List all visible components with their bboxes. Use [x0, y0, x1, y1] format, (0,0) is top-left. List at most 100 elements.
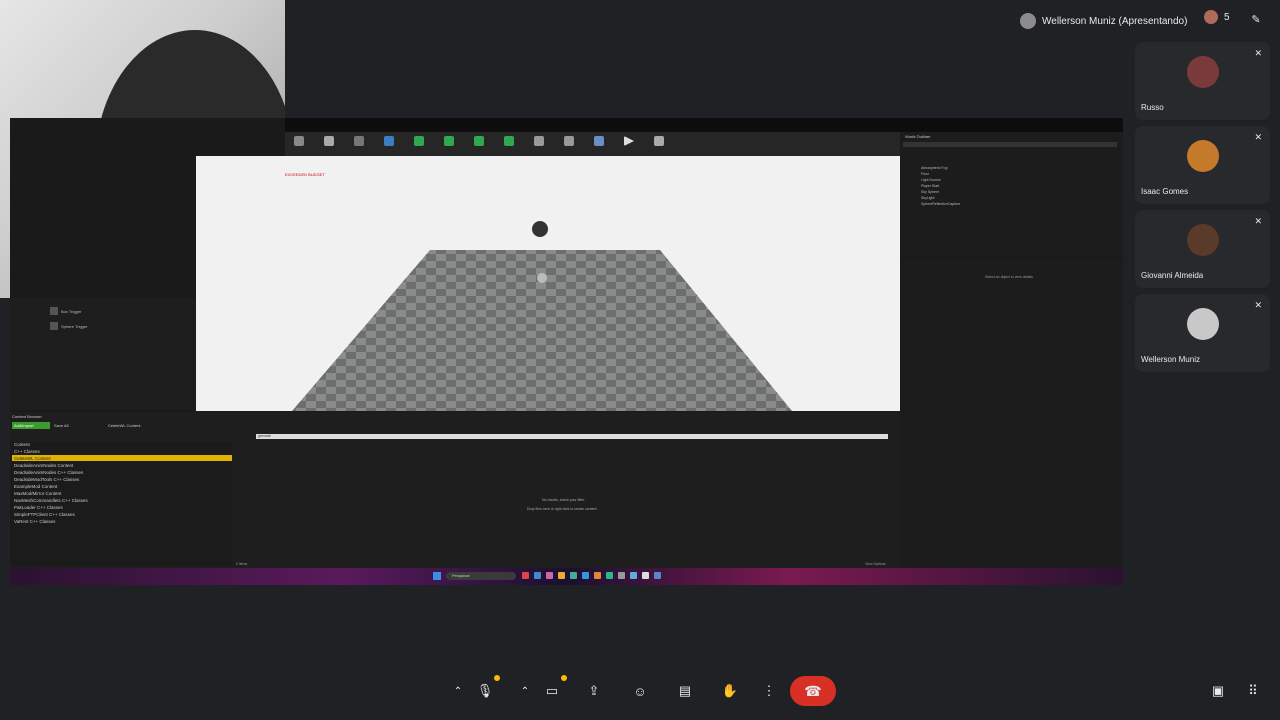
outliner-item[interactable]: SphereReflectionCapture — [921, 202, 960, 206]
toolbar-cinematics-icon[interactable] — [531, 136, 547, 152]
outliner-item[interactable]: Floor — [921, 172, 929, 176]
toolbar-launch-icon[interactable] — [651, 136, 667, 152]
more-options-button[interactable]: ⋮ — [754, 676, 784, 706]
folder-item[interactable]: ExampleMod Content — [14, 484, 57, 489]
raise-hand-button[interactable]: ✋ — [715, 676, 745, 706]
toolbar-build-icon[interactable] — [411, 136, 427, 152]
folder-item[interactable]: DeadsideAnimNodes Content — [14, 463, 73, 468]
toolbar-build-icon[interactable] — [501, 136, 517, 152]
participant-name: Russo — [1141, 103, 1164, 112]
participant-name: Giovanni Almeida — [1141, 271, 1204, 280]
end-call-button[interactable]: ☎ — [790, 676, 836, 706]
chat-icon[interactable]: ▣ — [1209, 682, 1227, 700]
folder-item[interactable]: MaxMod/Mirror Content — [14, 491, 61, 496]
app-icon[interactable] — [534, 572, 541, 579]
toolbar-blueprints-icon[interactable] — [381, 136, 397, 152]
windows-start-icon[interactable] — [433, 572, 441, 580]
folder-item[interactable]: SimpleFTPClient C++ Classes — [14, 512, 75, 517]
app-icon[interactable] — [618, 572, 625, 579]
level-viewport[interactable] — [196, 156, 900, 411]
app-icon[interactable] — [546, 572, 553, 579]
folder-item[interactable]: PakLoader C++ Classes — [14, 505, 63, 510]
toolbar-build-icon[interactable] — [441, 136, 457, 152]
mic-off-icon: ✕ — [1254, 48, 1262, 58]
app-icon[interactable] — [522, 572, 529, 579]
outliner-item[interactable]: Sky Sphere — [921, 190, 939, 194]
participants-avatar — [1204, 10, 1218, 24]
apps-icon[interactable]: ⠿ — [1244, 682, 1262, 700]
avatar — [1187, 140, 1219, 172]
video-options-chevron-icon[interactable]: ⌃ — [514, 676, 536, 706]
cb-path[interactable]: CeleteWL Content — [108, 423, 141, 428]
folder-item[interactable]: DeadsideModTools C++ Classes — [14, 477, 79, 482]
actor-item[interactable]: Sphere Trigger — [50, 322, 87, 330]
mic-off-icon: ✕ — [1254, 300, 1262, 310]
participant-tile[interactable]: ✕ Isaac Gomes — [1135, 126, 1270, 204]
presenter-chip[interactable]: Wellerson Muniz (Apresentando) — [1020, 10, 1187, 32]
participant-tile[interactable]: ✕ Wellerson Muniz — [1135, 294, 1270, 372]
folder-item[interactable]: CeleteWL Content — [14, 456, 51, 461]
presenter-avatar — [1020, 13, 1036, 29]
avatar — [1187, 308, 1219, 340]
taskbar-apps — [522, 572, 661, 579]
avatar — [1187, 224, 1219, 256]
edit-layout-icon[interactable]: ✎ — [1248, 12, 1264, 28]
cb-folder-tree: Content C++ Classes CeleteWL Content Dea… — [10, 442, 232, 566]
participant-name: Isaac Gomes — [1141, 187, 1189, 196]
participant-tile[interactable]: ✕ Giovanni Almeida — [1135, 210, 1270, 288]
save-all-button[interactable]: Save All — [54, 423, 68, 428]
cb-empty-text: No results, check your filter. — [542, 498, 585, 502]
mic-icon: 🎙 — [476, 683, 494, 698]
outliner-item[interactable]: SkyLight — [921, 196, 934, 200]
app-icon[interactable] — [630, 572, 637, 579]
app-icon[interactable] — [654, 572, 661, 579]
hand-icon: ✋ — [721, 683, 739, 698]
cb-search-input[interactable]: grenade — [256, 434, 888, 439]
taskbar-search[interactable]: Pesquisar — [446, 572, 516, 580]
outliner-item[interactable]: Player Start — [921, 184, 939, 188]
emoji-button[interactable]: ☺ — [625, 676, 655, 706]
participants-button[interactable]: 5 — [1204, 10, 1230, 24]
audio-options-chevron-icon[interactable]: ⌃ — [447, 676, 469, 706]
view-options-button[interactable]: View Options — [865, 562, 886, 566]
editor-toolbar — [285, 132, 900, 156]
folder-item[interactable]: VaRest C++ Classes — [14, 519, 55, 524]
toolbar-cinematics-icon[interactable] — [561, 136, 577, 152]
play-icon[interactable] — [621, 136, 637, 152]
box-trigger-icon — [50, 307, 58, 315]
present-button[interactable]: ⇪ — [579, 676, 609, 706]
add-import-button[interactable]: Add/Import — [12, 422, 50, 429]
more-icon: ⋮ — [762, 683, 776, 698]
app-icon[interactable] — [594, 572, 601, 579]
toolbar-build-icon[interactable] — [471, 136, 487, 152]
outliner-item[interactable]: Atmospheric Fog — [921, 166, 947, 170]
world-outliner: World Outliner Atmospheric Fog Floor Lig… — [901, 132, 1123, 256]
folder-item[interactable]: NavMeshCommandlets C++ Classes — [14, 498, 88, 503]
sphere-trigger-icon — [50, 322, 58, 330]
emoji-icon: ☺ — [633, 683, 647, 699]
actor-item[interactable]: Box Trigger — [50, 307, 81, 315]
place-actors-panel — [10, 298, 196, 410]
app-icon[interactable] — [558, 572, 565, 579]
app-icon[interactable] — [582, 572, 589, 579]
budget-warning: EXCEEDED BUDGET — [285, 172, 325, 177]
folder-item[interactable]: Content — [14, 442, 30, 447]
app-icon[interactable] — [570, 572, 577, 579]
captions-button[interactable]: ▤ — [670, 676, 700, 706]
folder-item[interactable]: DeadsideAnimNodes C++ Classes — [14, 470, 83, 475]
toolbar-marketplace-icon[interactable] — [321, 136, 337, 152]
toolbar-content-icon[interactable] — [291, 136, 307, 152]
outliner-item[interactable]: Light Source — [921, 178, 941, 182]
camera-icon: ▭ — [545, 683, 559, 698]
toolbar-settings-icon[interactable] — [351, 136, 367, 152]
participant-tile[interactable]: ✕ Russo — [1135, 42, 1270, 120]
toolbar-compile-icon[interactable] — [591, 136, 607, 152]
end-call-icon: ☎ — [804, 682, 822, 699]
app-icon[interactable] — [606, 572, 613, 579]
outliner-search[interactable] — [903, 142, 1117, 147]
folder-item[interactable]: C++ Classes — [14, 449, 40, 454]
cb-tab[interactable]: Content Browser — [12, 414, 42, 419]
mic-off-icon: ✕ — [1254, 132, 1262, 142]
app-icon[interactable] — [642, 572, 649, 579]
details-empty-text: Select an object to view details. — [985, 275, 1034, 279]
